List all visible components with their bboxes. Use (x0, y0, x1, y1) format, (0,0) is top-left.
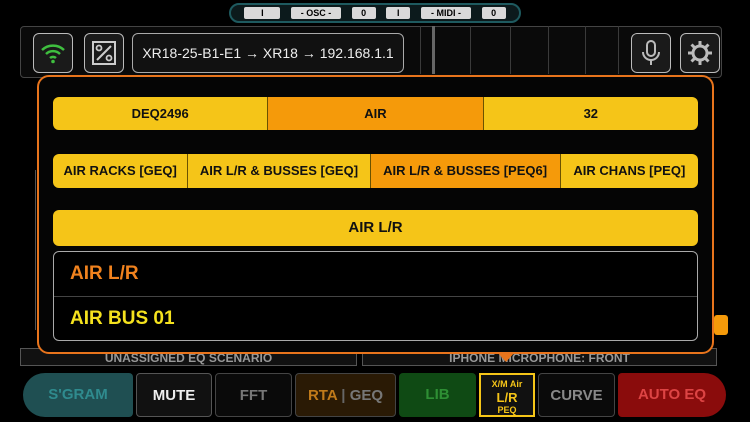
rta-label: RTA (307, 387, 338, 404)
status-midi-out: 0 (481, 7, 506, 19)
status-midi-in: I (386, 7, 411, 19)
curve-button[interactable]: CURVE (538, 373, 615, 417)
rta-geq-button[interactable]: RTA | GEQ (295, 373, 396, 417)
connection-status-bar: I - OSC - 0 I - MIDI - 0 (229, 3, 521, 23)
wifi-button[interactable] (33, 33, 73, 73)
gear-icon (688, 41, 712, 65)
xm-air-target-button[interactable]: X/M Air L/R PEQ (479, 373, 535, 417)
lib-button[interactable]: LIB (399, 373, 476, 417)
status-midi-label: - MIDI - (420, 7, 471, 19)
mute-button[interactable]: MUTE (136, 373, 212, 417)
list-item-air-lr[interactable]: AIR L/R (54, 252, 697, 296)
xm-air-lr: L/R (496, 390, 518, 405)
eq-graph-right-edge (712, 110, 728, 320)
mixer-model-selector: DEQ2496 AIR 32 (53, 97, 698, 130)
segment-air-chans-peq[interactable]: AIR CHANS [PEQ] (560, 154, 698, 188)
xm-air-title: X/M Air (491, 379, 523, 389)
target-list: AIR L/R AIR BUS 01 (53, 251, 698, 341)
microphone-button[interactable] (631, 33, 671, 73)
selected-target-header[interactable]: AIR L/R (53, 210, 698, 246)
percent-icon (92, 41, 116, 65)
segment-air-lr-busses-geq[interactable]: AIR L/R & BUSSES [GEQ] (188, 154, 371, 188)
status-osc-label: - OSC - (290, 7, 341, 19)
list-item-air-bus-01[interactable]: AIR BUS 01 (54, 296, 697, 341)
segment-air-racks-geq[interactable]: AIR RACKS [GEQ] (53, 154, 189, 188)
segment-air[interactable]: AIR (268, 97, 484, 130)
sgram-button[interactable]: S'GRAM (23, 373, 133, 417)
eq-graph-marker (714, 315, 728, 335)
segment-air-lr-busses-peq6[interactable]: AIR L/R & BUSSES [PEQ6] (370, 154, 561, 188)
wifi-icon (41, 44, 65, 64)
eq-type-selector: AIR RACKS [GEQ] AIR L/R & BUSSES [GEQ] A… (53, 154, 698, 188)
xm-air-peq: PEQ (497, 405, 517, 415)
status-osc-out: 0 (351, 7, 376, 19)
dialog-pointer (497, 352, 515, 362)
network-route[interactable]: XR18-25-B1-E1 → XR18 → 192.168.1.1 (132, 33, 404, 73)
auto-eq-button[interactable]: AUTO EQ (618, 373, 726, 417)
fft-button[interactable]: FFT (215, 373, 292, 417)
percent-button[interactable] (84, 33, 124, 73)
eq-graph-left-edge (20, 170, 36, 330)
microphone-icon (642, 40, 660, 65)
status-osc-in: I (244, 7, 281, 19)
settings-button[interactable] (680, 33, 720, 73)
segment-32[interactable]: 32 (483, 97, 698, 130)
segment-deq2496[interactable]: DEQ2496 (53, 97, 269, 130)
geq-label: GEQ (349, 387, 384, 404)
